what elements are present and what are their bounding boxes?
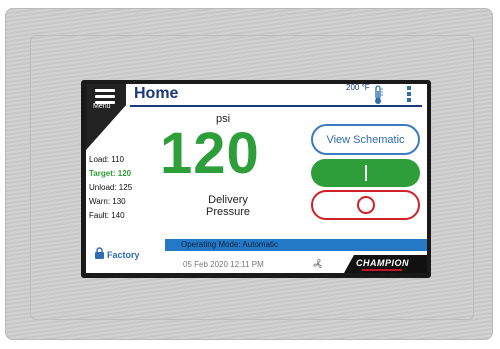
hmi-screen: Menu Home 200 °F psi 120 Delivery Pressu… xyxy=(86,84,427,273)
thermometer-icon[interactable] xyxy=(372,85,384,105)
start-button[interactable] xyxy=(311,159,420,187)
param-fault: Fault: 140 xyxy=(89,211,125,220)
menu-button[interactable]: Menu xyxy=(86,84,126,150)
pressure-value: 120 xyxy=(160,121,260,186)
menu-icon xyxy=(95,89,115,104)
brand-name: CHAMPION xyxy=(356,258,409,268)
param-load: Load: 110 xyxy=(89,155,124,164)
start-icon xyxy=(364,165,367,181)
param-unload: Unload: 125 xyxy=(89,183,133,192)
brand-logo: CHAMPION xyxy=(344,255,427,273)
brand-stripe xyxy=(362,269,402,271)
lock-icon[interactable] xyxy=(94,247,105,259)
pressure-label-line2: Pressure xyxy=(205,206,251,218)
temperature-readout: 200 °F xyxy=(346,84,370,92)
datetime-readout: 05 Feb 2020 12:11 PM xyxy=(183,260,264,269)
param-target: Target: 120 xyxy=(89,169,132,178)
page-title: Home xyxy=(134,85,179,102)
stop-button[interactable] xyxy=(311,190,420,220)
status-indicator-icon[interactable] xyxy=(406,86,412,102)
access-level-label[interactable]: Factory xyxy=(107,250,140,260)
title-divider xyxy=(130,105,422,107)
param-warn: Warn: 130 xyxy=(89,197,126,206)
pressure-label-line1: Delivery xyxy=(208,194,248,206)
view-schematic-button[interactable]: View Schematic xyxy=(311,124,420,155)
operating-mode-bar: Operating Mode: Automatic xyxy=(165,239,427,251)
stop-icon xyxy=(356,196,375,214)
fan-icon xyxy=(313,258,322,269)
menu-label: Menu xyxy=(93,103,111,110)
